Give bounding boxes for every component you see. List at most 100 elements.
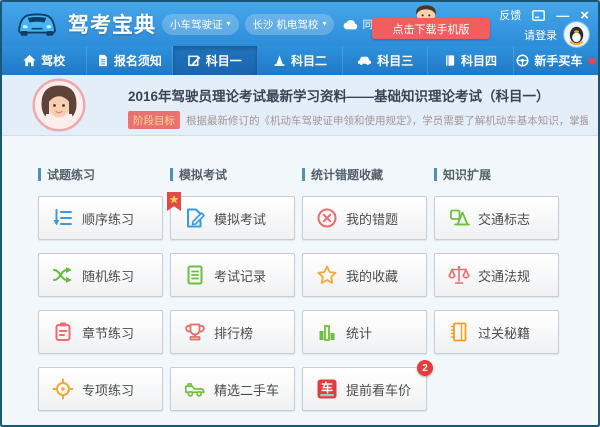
section-header-label: 试题练习 (47, 168, 96, 182)
scales-icon (448, 264, 470, 286)
banner-description: 根据最新修订的《机动车驾驶证申领和使用规定》，学员需要了解机动车基本知识，掌握道… (186, 114, 588, 127)
qq-penguin-avatar[interactable] (564, 22, 589, 47)
star-icon (316, 264, 338, 286)
exam-tips-button[interactable]: 过关秘籍 (434, 310, 559, 354)
section-header-bar (170, 168, 173, 181)
tab-label: 科目二 (290, 54, 327, 68)
section-column: 知识扩展交通标志交通法规过关秘籍 (434, 166, 559, 411)
statistics-button[interactable]: 统计 (302, 310, 427, 354)
ribbon-star-icon (167, 192, 181, 212)
section-header-label: 知识扩展 (443, 168, 492, 182)
app-logo-car-icon (12, 7, 62, 41)
sequential-practice-button[interactable]: 顺序练习 (38, 196, 163, 240)
my-favorites-button[interactable]: 我的收藏 (302, 253, 427, 297)
tab-registration-notice[interactable]: 报名须知 (87, 46, 173, 75)
traffic-laws-button[interactable]: 交通法规 (434, 253, 559, 297)
button-label: 交通标志 (478, 211, 531, 227)
section-header-bar (38, 168, 41, 181)
car-icon (357, 54, 372, 67)
chapter-practice-button[interactable]: 章节练习 (38, 310, 163, 354)
login-link[interactable]: 请登录 (524, 27, 557, 43)
titlebar: 驾考宝典 小车驾驶证 ▾ 长沙 机电驾校 ▾ 同步到云端 ▾ (2, 2, 598, 47)
button-label: 考试记录 (214, 268, 267, 284)
document-icon (97, 54, 109, 67)
license-type-dropdown[interactable]: 小车驾驶证 ▾ (162, 13, 239, 35)
feedback-link[interactable]: 反馈 (499, 7, 521, 23)
mock-exam-button[interactable]: 模拟考试 (167, 192, 295, 240)
che-icon: 车 (316, 378, 338, 400)
chevron-down-icon: ▾ (226, 19, 231, 28)
notification-dot (589, 57, 596, 64)
banner-text: 2016年驾驶员理论考试最新学习资料——基础知识理论考试（科目一） 阶段目标 根… (128, 85, 588, 129)
tab-subject-four[interactable]: 科目四 (428, 46, 514, 75)
circle-x-icon (316, 207, 338, 229)
driving-school-dropdown[interactable]: 长沙 机电驾校 ▾ (244, 13, 335, 35)
special-practice-button[interactable]: 专项练习 (38, 367, 163, 411)
exam-record-button[interactable]: 考试记录 (170, 253, 295, 297)
tab-subject-two[interactable]: 科目二 (258, 46, 344, 75)
truck-icon (184, 378, 206, 400)
button-list: 顺序练习随机练习章节练习专项练习 (38, 196, 163, 411)
button-label: 精选二手车 (214, 382, 280, 398)
banner-title: 2016年驾驶员理论考试最新学习资料——基础知识理论考试（科目一） (128, 89, 550, 104)
button-label: 随机练习 (82, 268, 135, 284)
tab-newbie-car-buying[interactable]: 新手买车 (514, 46, 598, 75)
button-label: 顺序练习 (82, 211, 135, 227)
section-header-bar (302, 168, 305, 181)
info-banner: 2016年驾驶员理论考试最新学习资料——基础知识理论考试（科目一） 阶段目标 根… (2, 75, 598, 136)
section-header-label: 模拟考试 (179, 168, 228, 182)
button-label: 我的收藏 (346, 268, 399, 284)
tab-label: 驾校 (41, 54, 66, 68)
button-label: 过关秘籍 (478, 325, 531, 341)
steering-wheel-icon (516, 54, 529, 67)
doc-lines-icon (184, 264, 206, 286)
section-header: 知识扩展 (434, 166, 559, 183)
home-icon (23, 54, 36, 67)
section-column: 统计错题收藏我的错题我的收藏统计车提前看车价 2 (302, 166, 433, 411)
my-mistakes-button[interactable]: 我的错题 (302, 196, 427, 240)
traffic-signs-button[interactable]: 交通标志 (434, 196, 559, 240)
tab-subject-three[interactable]: 科目三 (343, 46, 429, 75)
minimize-icon[interactable]: — (556, 9, 569, 22)
book-icon (444, 54, 456, 67)
used-cars-button[interactable]: 精选二手车 (170, 367, 295, 411)
count-badge: 2 (417, 360, 433, 376)
tab-label: 科目一 (205, 54, 242, 68)
button-label: 我的错题 (346, 211, 399, 227)
close-icon[interactable]: × (580, 8, 589, 23)
button-label: 提前看车价 (346, 382, 412, 398)
panel-icon[interactable] (532, 9, 546, 21)
tab-driving-school[interactable]: 驾校 (2, 46, 88, 75)
tab-label: 科目三 (377, 54, 414, 68)
app-title: 驾考宝典 (68, 14, 156, 37)
shuffle-icon (52, 264, 74, 286)
section-header-label: 统计错题收藏 (311, 168, 384, 182)
button-list: 交通标志交通法规过关秘籍 (434, 196, 559, 354)
section-header: 模拟考试 (170, 166, 295, 183)
bar-chart-icon (316, 321, 338, 343)
clipboard-icon (52, 321, 74, 343)
titlebar-left-group: 驾考宝典 小车驾驶证 ▾ 长沙 机电驾校 ▾ 同步到云端 ▾ (12, 2, 390, 46)
tab-subject-one[interactable]: 科目一 (172, 46, 258, 75)
traffic-sign-icon (448, 207, 470, 229)
button-label: 专项练习 (82, 382, 135, 398)
button-label: 统计 (346, 325, 373, 341)
button-label: 交通法规 (478, 268, 531, 284)
cloud-icon (342, 19, 358, 30)
download-mobile-button[interactable]: 点击下载手机版 (372, 18, 490, 39)
notebook-icon (448, 321, 470, 343)
section-column: 模拟考试 模拟考试 考试记录 排行榜 精选二手车 (167, 166, 295, 411)
tab-label: 新手买车 (534, 54, 583, 68)
section-column: 试题练习顺序练习随机练习章节练习专项练习 (38, 166, 163, 411)
car-price-button[interactable]: 车提前看车价 2 (302, 360, 433, 411)
tab-label: 报名须知 (113, 54, 162, 68)
button-label: 模拟考试 (214, 211, 267, 227)
stage-goal-badge: 阶段目标 (128, 111, 180, 129)
button-label: 章节练习 (82, 325, 135, 341)
login-area: 请登录 (524, 22, 589, 47)
leaderboard-button[interactable]: 排行榜 (170, 310, 295, 354)
random-practice-button[interactable]: 随机练习 (38, 253, 163, 297)
ordered-list-icon (52, 207, 74, 229)
cone-icon (273, 54, 286, 67)
section-header-bar (434, 168, 437, 181)
